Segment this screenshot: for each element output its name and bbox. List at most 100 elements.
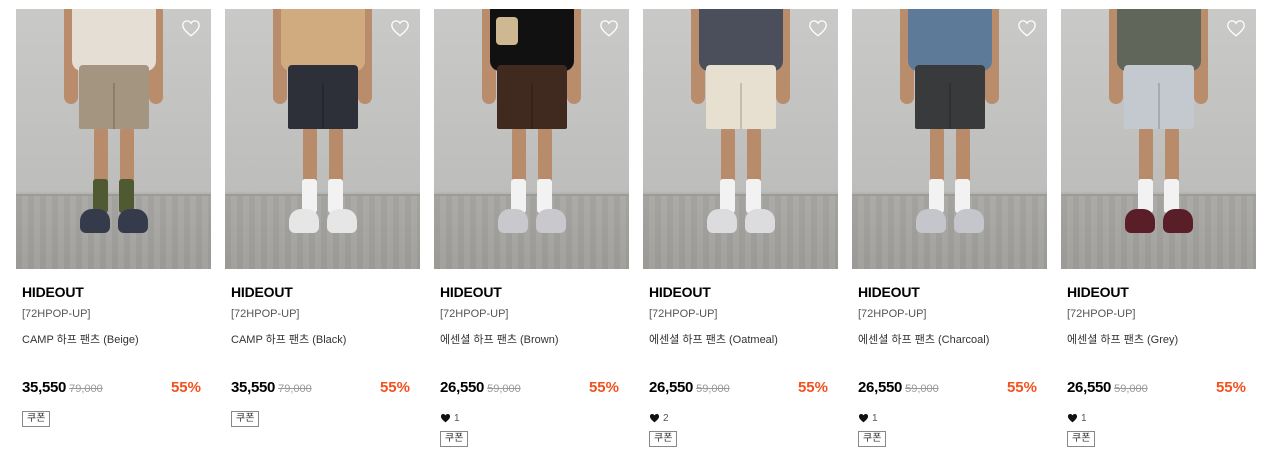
coupon-badge: 쿠폰 [231, 411, 260, 427]
product-image[interactable] [1061, 9, 1256, 269]
wishlist-heart-icon[interactable] [807, 17, 829, 39]
likes-number: 1 [1081, 412, 1087, 424]
original-price: 59,000 [696, 383, 730, 395]
model-sock [328, 179, 343, 213]
original-price: 79,000 [278, 383, 312, 395]
model-top [908, 9, 992, 71]
sale-price: 26,550 [440, 379, 485, 396]
model-sock [302, 179, 317, 213]
model-shorts [706, 65, 776, 129]
wall-line [643, 194, 838, 196]
model-shoe [327, 209, 357, 233]
likes-number: 1 [872, 412, 878, 424]
product-card[interactable]: HIDEOUT [72HPOP-UP] 에센셜 하프 팬츠 (Oatmeal) … [643, 9, 838, 455]
product-tag: [72HPOP-UP] [1067, 308, 1136, 320]
original-price: 59,000 [905, 383, 939, 395]
product-image[interactable] [434, 9, 629, 269]
product-image[interactable] [852, 9, 1047, 269]
heart-filled-icon [1067, 414, 1078, 423]
product-card[interactable]: HIDEOUT [72HPOP-UP] CAMP 하프 팬츠 (Beige) 3… [16, 9, 211, 455]
wishlist-heart-icon[interactable] [180, 17, 202, 39]
model-sock [511, 179, 526, 213]
product-info: HIDEOUT [72HPOP-UP] CAMP 하프 팬츠 (Beige) 3… [16, 269, 211, 427]
brand-name[interactable]: HIDEOUT [440, 284, 623, 302]
model-sock [1138, 179, 1153, 213]
original-price: 79,000 [69, 383, 103, 395]
wishlist-heart-icon[interactable] [1016, 17, 1038, 39]
brand-name[interactable]: HIDEOUT [649, 284, 832, 302]
product-card[interactable]: HIDEOUT [72HPOP-UP] 에센셜 하프 팬츠 (Brown) 26… [434, 9, 629, 455]
likes-count: 2 [649, 411, 832, 425]
product-name[interactable]: CAMP 하프 팬츠 (Beige) [22, 331, 205, 346]
product-name[interactable]: 에센셜 하프 팬츠 (Oatmeal) [649, 331, 832, 346]
model-shorts [288, 65, 358, 129]
price-row: 26,550 59,000 55% [649, 379, 832, 399]
product-tag: [72HPOP-UP] [22, 308, 91, 320]
likes-number: 1 [454, 412, 460, 424]
discount-rate: 55% [797, 379, 828, 396]
model-shoe [745, 209, 775, 233]
model-sock [720, 179, 735, 213]
likes-count: 1 [1067, 411, 1250, 425]
model-shorts [915, 65, 985, 129]
brand-name[interactable]: HIDEOUT [231, 284, 414, 302]
price-row: 35,550 79,000 55% [22, 379, 205, 399]
product-name[interactable]: 에센셜 하프 팬츠 (Brown) [440, 331, 623, 346]
model-shorts [79, 65, 149, 129]
model-shoe [289, 209, 319, 233]
brand-name[interactable]: HIDEOUT [1067, 284, 1250, 302]
model-shorts [497, 65, 567, 129]
model-shoe [916, 209, 946, 233]
brand-name[interactable]: HIDEOUT [22, 284, 205, 302]
price-row: 35,550 79,000 55% [231, 379, 414, 399]
price-row: 26,550 59,000 55% [858, 379, 1041, 399]
sale-price: 26,550 [1067, 379, 1112, 396]
model-shoe [80, 209, 110, 233]
product-tag: [72HPOP-UP] [231, 308, 300, 320]
discount-rate: 55% [379, 379, 410, 396]
coupon-badge: 쿠폰 [440, 431, 469, 447]
original-price: 59,000 [487, 383, 521, 395]
wishlist-heart-icon[interactable] [1225, 17, 1247, 39]
model-shoe [707, 209, 737, 233]
coupon-badge: 쿠폰 [858, 431, 887, 447]
floor [434, 196, 629, 269]
wall-line [225, 194, 420, 196]
product-info: HIDEOUT [72HPOP-UP] 에센셜 하프 팬츠 (Grey) 26,… [1061, 269, 1256, 447]
model-sock [537, 179, 552, 213]
wall-line [16, 194, 211, 196]
brand-name[interactable]: HIDEOUT [858, 284, 1041, 302]
coupon-badge: 쿠폰 [1067, 431, 1096, 447]
model-sock [1164, 179, 1179, 213]
price-row: 26,550 59,000 55% [1067, 379, 1250, 399]
wishlist-heart-icon[interactable] [389, 17, 411, 39]
product-image[interactable] [225, 9, 420, 269]
product-info: HIDEOUT [72HPOP-UP] 에센셜 하프 팬츠 (Oatmeal) … [643, 269, 838, 447]
product-card[interactable]: HIDEOUT [72HPOP-UP] CAMP 하프 팬츠 (Black) 3… [225, 9, 420, 455]
product-card[interactable]: HIDEOUT [72HPOP-UP] 에센셜 하프 팬츠 (Charcoal)… [852, 9, 1047, 455]
discount-rate: 55% [1215, 379, 1246, 396]
floor [643, 196, 838, 269]
product-card[interactable]: HIDEOUT [72HPOP-UP] 에센셜 하프 팬츠 (Grey) 26,… [1061, 9, 1256, 455]
likes-count: 1 [440, 411, 623, 425]
model-shoe [498, 209, 528, 233]
wishlist-heart-icon[interactable] [598, 17, 620, 39]
model-sock [955, 179, 970, 213]
product-tag: [72HPOP-UP] [649, 308, 718, 320]
product-image[interactable] [643, 9, 838, 269]
product-tag: [72HPOP-UP] [858, 308, 927, 320]
original-price: 59,000 [1114, 383, 1148, 395]
model-shoe [536, 209, 566, 233]
model-sock [929, 179, 944, 213]
model-shoe [118, 209, 148, 233]
heart-filled-icon [440, 414, 451, 423]
product-info: HIDEOUT [72HPOP-UP] 에센셜 하프 팬츠 (Brown) 26… [434, 269, 629, 447]
wall-line [434, 194, 629, 196]
product-image[interactable] [16, 9, 211, 269]
product-name[interactable]: 에센셜 하프 팬츠 (Grey) [1067, 331, 1250, 346]
product-name[interactable]: 에센셜 하프 팬츠 (Charcoal) [858, 331, 1041, 346]
floor [225, 196, 420, 269]
product-name[interactable]: CAMP 하프 팬츠 (Black) [231, 331, 414, 346]
model-top [699, 9, 783, 71]
wall-line [852, 194, 1047, 196]
